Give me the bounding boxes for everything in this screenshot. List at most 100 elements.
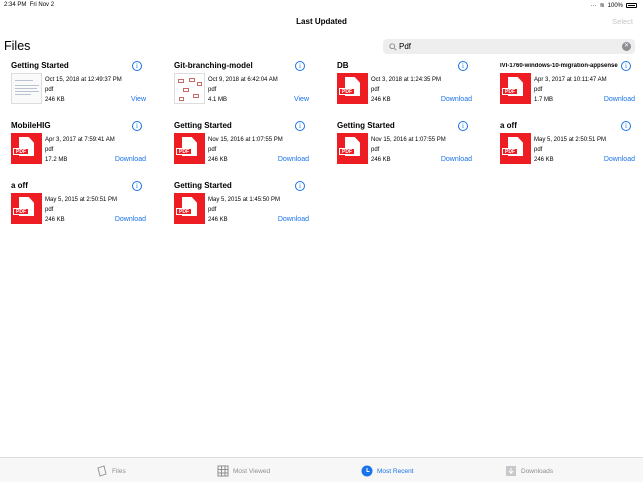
info-icon[interactable]: i bbox=[132, 181, 142, 191]
file-name: DB bbox=[337, 61, 349, 70]
file-name: Git-branching-model bbox=[174, 61, 253, 70]
pdf-file-icon[interactable]: PDF bbox=[174, 133, 205, 164]
pdf-badge: PDF bbox=[339, 88, 355, 95]
tab-most-viewed[interactable]: Most Viewed bbox=[217, 464, 270, 478]
file-date: May 5, 2015 at 2:50:51 PM bbox=[534, 137, 607, 143]
pdf-badge: PDF bbox=[339, 148, 355, 155]
tab-downloads[interactable]: Downloads bbox=[505, 464, 553, 478]
nav-title: Last Updated bbox=[296, 17, 347, 26]
file-date: May 5, 2015 at 1:45:50 PM bbox=[208, 197, 281, 203]
pdf-file-icon[interactable]: PDF bbox=[174, 193, 205, 224]
file-meta: May 5, 2015 at 2:50:51 PM pdf 246 KB bbox=[534, 135, 606, 165]
file-name: MobileHIG bbox=[11, 121, 51, 130]
file-meta: Apr 3, 2017 at 10:11:47 AM pdf 1.7 MB bbox=[534, 75, 607, 105]
file-card[interactable]: DB i PDF Oct 3, 2018 at 1:24:35 PM pdf 246 KB… bbox=[326, 61, 476, 116]
file-thumbnail[interactable] bbox=[174, 73, 205, 104]
info-icon[interactable]: i bbox=[458, 121, 468, 131]
file-card[interactable]: a off i PDF May 5, 2015 at 2:50:51 PM pdf 246… bbox=[489, 121, 639, 176]
info-icon[interactable]: i bbox=[295, 181, 305, 191]
file-thumbnail[interactable] bbox=[11, 73, 42, 104]
pdf-badge: PDF bbox=[502, 88, 518, 95]
info-icon[interactable]: i bbox=[295, 61, 305, 71]
file-name: Getting Started bbox=[174, 121, 232, 130]
file-size: 246 KB bbox=[534, 157, 554, 163]
pdf-file-icon[interactable]: PDF bbox=[500, 133, 531, 164]
diagram-node bbox=[183, 88, 189, 92]
file-card[interactable]: IVI-1760-windows-10-migration-appsense i P… bbox=[489, 61, 639, 116]
battery-icon bbox=[626, 3, 637, 8]
file-card[interactable]: Getting Started i PDF Nov 15, 2016 at 1:07:… bbox=[326, 121, 476, 176]
file-meta: Oct 3, 2018 at 1:24:35 PM pdf 246 KB bbox=[371, 75, 441, 105]
pdf-file-icon[interactable]: PDF bbox=[337, 133, 368, 164]
battery-percent: 100% bbox=[607, 2, 623, 9]
info-icon[interactable]: i bbox=[132, 121, 142, 131]
file-type: pdf bbox=[45, 207, 54, 213]
download-button[interactable]: Download bbox=[278, 156, 309, 163]
file-date: Oct 9, 2018 at 6:42:04 AM bbox=[208, 77, 278, 83]
download-button[interactable]: Download bbox=[115, 216, 146, 223]
file-meta: Apr 3, 2017 at 7:59:41 AM pdf 17.2 MB bbox=[45, 135, 115, 165]
file-card[interactable]: Getting Started i PDF May 5, 2015 at 1:45:5… bbox=[163, 181, 313, 236]
file-name: Getting Started bbox=[11, 61, 69, 70]
file-size: 246 KB bbox=[208, 217, 228, 223]
files-header: Files Pdf ✕ bbox=[0, 36, 643, 58]
file-name: a off bbox=[500, 121, 517, 130]
file-card[interactable]: Git-branching-model i Oct 9, 2018 at 6:42:… bbox=[163, 61, 313, 116]
navigation-bar: Last Updated Select bbox=[0, 10, 643, 32]
info-icon[interactable]: i bbox=[295, 121, 305, 131]
view-button[interactable]: View bbox=[131, 96, 146, 103]
info-icon[interactable]: i bbox=[621, 121, 631, 131]
tab-most-recent[interactable]: Most Recent bbox=[361, 464, 414, 478]
status-time: 2:34 PM Fri Nov 2 bbox=[4, 2, 55, 8]
file-type: pdf bbox=[208, 87, 217, 93]
tab-files[interactable]: Files bbox=[96, 464, 126, 478]
file-type: pdf bbox=[208, 207, 217, 213]
pdf-file-icon[interactable]: PDF bbox=[337, 73, 368, 104]
download-button[interactable]: Download bbox=[604, 156, 635, 163]
text-line bbox=[15, 85, 39, 86]
file-meta: May 5, 2015 at 1:45:50 PM pdf 246 KB bbox=[208, 195, 280, 225]
file-meta: Nov 15, 2016 at 1:07:55 PM pdf 246 KB bbox=[208, 135, 283, 165]
file-name: IVI-1760-windows-10-migration-appsense bbox=[500, 63, 618, 69]
file-date: Nov 15, 2016 at 1:07:55 PM bbox=[371, 137, 446, 143]
file-date: May 5, 2015 at 2:50:51 PM bbox=[45, 197, 118, 203]
file-date: Apr 3, 2017 at 10:11:47 AM bbox=[534, 77, 607, 83]
file-size: 17.2 MB bbox=[45, 157, 68, 163]
file-type: pdf bbox=[534, 147, 543, 153]
info-icon[interactable]: i bbox=[458, 61, 468, 71]
download-button[interactable]: Download bbox=[441, 156, 472, 163]
status-indicators: ··· ≋ 100% bbox=[591, 2, 637, 9]
file-card[interactable]: a off i PDF May 5, 2015 at 2:50:51 PM pdf 246… bbox=[0, 181, 150, 236]
info-icon[interactable]: i bbox=[132, 61, 142, 71]
grid-icon bbox=[217, 465, 229, 477]
file-card[interactable]: Getting Started i Oct 15, 2018 at 12:49:37… bbox=[0, 61, 150, 116]
tab-bar: Files Most Viewed Most Recent Downloads bbox=[0, 457, 643, 482]
download-button[interactable]: Download bbox=[441, 96, 472, 103]
files-icon bbox=[97, 465, 107, 477]
info-icon[interactable]: i bbox=[621, 61, 631, 71]
download-button[interactable]: Download bbox=[278, 216, 309, 223]
search-field[interactable]: Pdf ✕ bbox=[383, 39, 635, 54]
download-button[interactable]: Download bbox=[115, 156, 146, 163]
pdf-file-icon[interactable]: PDF bbox=[500, 73, 531, 104]
file-card[interactable]: Getting Started i PDF Nov 15, 2016 at 1:07:… bbox=[163, 121, 313, 176]
file-type: pdf bbox=[45, 87, 54, 93]
pdf-file-icon[interactable]: PDF bbox=[11, 133, 42, 164]
signal-icon: ··· bbox=[590, 2, 597, 9]
file-name: a off bbox=[11, 181, 28, 190]
search-input[interactable]: Pdf bbox=[399, 42, 411, 51]
download-icon bbox=[506, 466, 516, 476]
file-size: 246 KB bbox=[45, 97, 65, 103]
search-icon bbox=[389, 43, 397, 51]
file-size: 246 KB bbox=[371, 157, 391, 163]
pdf-file-icon[interactable]: PDF bbox=[11, 193, 42, 224]
file-meta: Oct 15, 2018 at 12:49:37 PM pdf 246 KB bbox=[45, 75, 122, 105]
select-button[interactable]: Select bbox=[612, 17, 633, 26]
view-button[interactable]: View bbox=[294, 96, 309, 103]
clear-search-icon[interactable]: ✕ bbox=[622, 42, 631, 51]
download-button[interactable]: Download bbox=[604, 96, 635, 103]
file-card[interactable]: MobileHIG i PDF Apr 3, 2017 at 7:59:41 AM pd… bbox=[0, 121, 150, 176]
diagram-node bbox=[179, 97, 184, 101]
file-date: Nov 15, 2016 at 1:07:55 PM bbox=[208, 137, 283, 143]
file-type: pdf bbox=[534, 87, 543, 93]
